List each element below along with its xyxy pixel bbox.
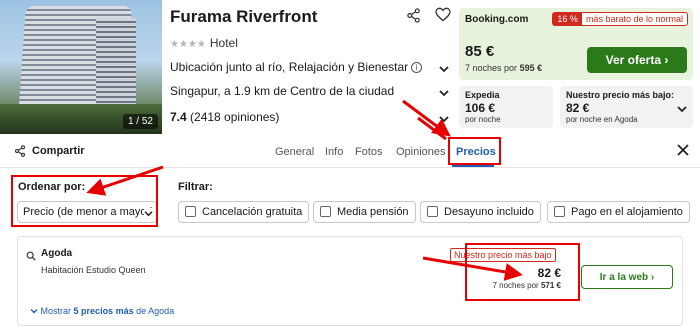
checkbox[interactable] [554, 206, 565, 217]
filter-option-label: Pago en el alojamiento [571, 206, 683, 218]
filter-breakfast[interactable]: Desayuno incluido [420, 201, 541, 223]
tab-precios[interactable]: Precios [456, 146, 496, 158]
distance-row[interactable]: Singapur, a 1.9 km de Centro de la ciuda… [170, 84, 453, 100]
tab-info[interactable]: Info [325, 146, 343, 158]
expedia-deal-card[interactable]: Expedia 106 € por noche [459, 86, 553, 128]
hotel-name[interactable]: Furama Riverfront [170, 7, 317, 27]
tab-fotos[interactable]: Fotos [355, 146, 383, 158]
deal-provider: Nuestro precio más bajo: [566, 90, 675, 100]
chevron-down-icon [144, 208, 153, 220]
hotel-photo[interactable]: 1 / 52 [0, 0, 162, 134]
rating-row[interactable]: 7.4 (2418 opiniones) [170, 110, 453, 126]
share-icon [14, 145, 26, 157]
result-price: 82 € [537, 266, 561, 280]
discount-percent: 16 % [553, 13, 582, 25]
rating-score: 7.4 [170, 110, 187, 124]
more-count: 5 precios más [73, 306, 134, 316]
go-to-website-button[interactable]: Ir a la web › [581, 265, 673, 289]
favorite-heart-icon[interactable] [435, 7, 451, 27]
main-deal-nights: 7 noches por [465, 63, 518, 73]
show-more-prices-link[interactable]: Mostrar 5 precios más de Agoda [30, 306, 174, 316]
star-rating-icon: ★★★★ [170, 39, 206, 50]
checkbox[interactable] [320, 206, 331, 217]
checkbox[interactable] [427, 206, 438, 217]
deal-provider: Expedia [465, 90, 500, 100]
chevron-down-icon[interactable] [677, 100, 687, 118]
discount-badge: 16 % más barato de lo normal [552, 12, 688, 26]
filter-option-label: Desayuno incluido [444, 206, 534, 218]
sort-label: Ordenar por: [18, 181, 86, 193]
chevron-down-icon[interactable] [439, 86, 449, 100]
tab-opiniones[interactable]: Opiniones [396, 146, 446, 158]
hotel-info: Furama Riverfront ★★★★ Hotel Ubicación ju… [170, 0, 453, 134]
filter-free-cancellation[interactable]: Cancelación gratuita [178, 201, 310, 223]
price-result-card[interactable]: Agoda Habitación Estudio Queen Nuestro p… [17, 236, 683, 326]
main-deal-provider: Booking.com [465, 14, 529, 25]
filter-half-board[interactable]: Media pensión [313, 201, 416, 223]
deal-price: 82 € [566, 101, 590, 115]
more-suffix: de Agoda [136, 306, 175, 316]
chevron-down-icon[interactable] [439, 112, 449, 126]
checkbox[interactable] [185, 206, 196, 217]
sort-dropdown[interactable]: Precio (de menor a mayor) [17, 201, 157, 223]
result-room-type: Habitación Estudio Queen [41, 265, 146, 275]
main-deal-price: 85 € [465, 43, 495, 60]
close-icon[interactable] [676, 143, 690, 162]
share-icon[interactable] [406, 8, 421, 28]
share-button[interactable]: Compartir [14, 145, 85, 157]
hotel-category: ★★★★ Hotel [170, 36, 238, 50]
discount-text: más barato de lo normal [585, 14, 683, 24]
filter-pay-at-property[interactable]: Pago en el alojamiento [547, 201, 690, 223]
review-count: (2418 opiniones) [190, 110, 280, 124]
share-label: Compartir [32, 145, 85, 157]
tab-bar: Compartir General Info Fotos Opiniones P… [0, 136, 700, 168]
search-icon [26, 248, 36, 266]
filter-label: Filtrar: [178, 181, 213, 193]
filter-option-label: Media pensión [337, 206, 409, 218]
annotation-arrow [86, 165, 164, 196]
main-deal-total: 7 noches por 595 € [465, 63, 542, 73]
chevron-down-icon [30, 306, 38, 316]
main-deal-card[interactable]: Booking.com 16 % más barato de lo normal … [459, 8, 693, 80]
lowest-price-card[interactable]: Nuestro precio más bajo: 82 € por noche … [560, 86, 693, 128]
deal-price: 106 € [465, 101, 496, 115]
lowest-price-badge: Nuestro precio más bajo [450, 248, 556, 262]
main-deal-total-amount: 595 € [519, 63, 543, 73]
location-highlights-row[interactable]: Ubicación junto al río, Relajación y Bie… [170, 60, 453, 76]
deal-sub: por noche [465, 115, 501, 124]
hotel-building-annex-image [96, 18, 136, 118]
hotel-type: Hotel [209, 36, 238, 50]
more-prefix: Mostrar [40, 306, 72, 316]
result-nights: 7 noches por [492, 281, 539, 290]
info-icon[interactable]: i [411, 62, 423, 73]
tab-general[interactable]: General [275, 146, 314, 158]
filter-option-label: Cancelación gratuita [202, 206, 303, 218]
deal-sub: por noche en Agoda [566, 115, 638, 124]
active-tab-indicator [452, 165, 494, 167]
result-provider: Agoda [41, 248, 73, 259]
photo-counter: 1 / 52 [122, 114, 158, 129]
result-total-amount: 571 € [540, 281, 561, 290]
sort-value: Precio (de menor a mayor) [23, 206, 154, 218]
result-total: 7 noches por 571 € [492, 281, 561, 290]
location-highlights-text: Ubicación junto al río, Relajación y Bie… [170, 60, 409, 74]
hotel-header: 1 / 52 Furama Riverfront ★★★★ Hotel Ubica… [0, 0, 700, 134]
distance-text: Singapur, a 1.9 km de Centro de la ciuda… [170, 84, 395, 98]
view-offer-button[interactable]: Ver oferta › [587, 47, 687, 73]
chevron-down-icon[interactable] [439, 62, 449, 76]
